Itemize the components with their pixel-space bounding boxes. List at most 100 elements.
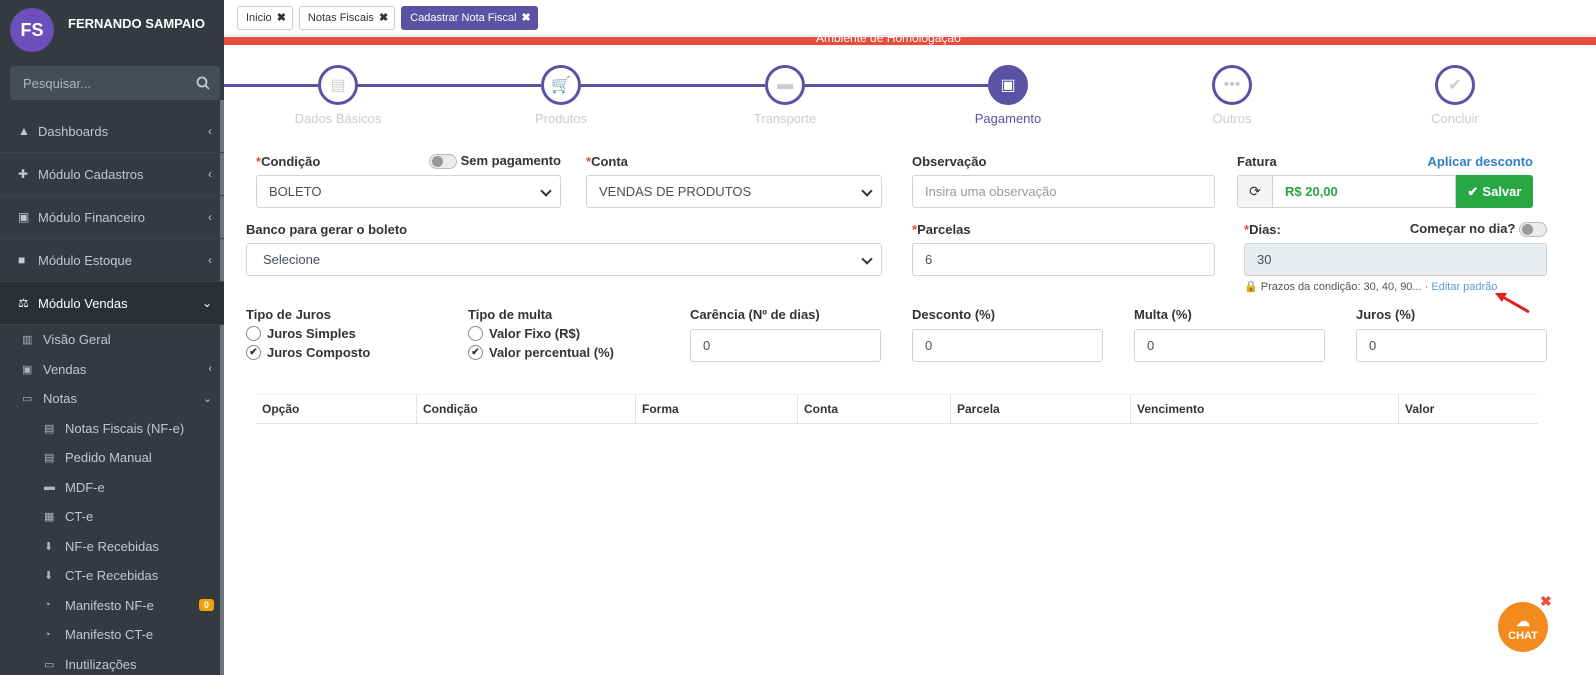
step-dados-basicos[interactable]: ▤ Dados Básicos — [278, 65, 398, 126]
tab-notas-fiscais[interactable]: Notas Fiscais ✖ — [298, 5, 396, 30]
check-icon: ✔ — [1435, 65, 1475, 105]
chat-bubble-icon: ☁ — [1516, 612, 1530, 629]
sidebar-search — [10, 66, 220, 100]
ellipsis-icon: ••• — [1212, 65, 1252, 105]
toggle-switch[interactable] — [428, 154, 457, 170]
th-condicao[interactable]: Condição — [417, 395, 636, 423]
step-transporte[interactable]: ▬ Transporte — [725, 65, 845, 126]
step-concluir[interactable]: ✔ Concluir — [1395, 65, 1515, 126]
check-icon: ✔ — [246, 345, 261, 360]
chevron-left-icon: ‹ — [208, 363, 212, 376]
aplicar-desconto-link[interactable]: Aplicar desconto — [1428, 154, 1533, 169]
search-input[interactable] — [23, 75, 173, 91]
th-parcela[interactable]: Parcela — [951, 395, 1131, 423]
sidebar-item-vendas[interactable]: ⚖ Módulo Vendas ⌄ — [0, 282, 224, 325]
sidebar-item-inutilizacoes[interactable]: ▭ Inutilizações — [0, 650, 224, 675]
step-pagamento[interactable]: ▣ Pagamento — [948, 65, 1068, 126]
avatar[interactable]: FS — [10, 8, 54, 52]
sidebar-item-nfe[interactable]: ▤ Notas Fiscais (NF-e) — [0, 414, 224, 444]
step-produtos[interactable]: 🛒 Produtos — [501, 65, 621, 126]
money-bill-icon: ▣ — [988, 65, 1028, 105]
valor-percentual-radio[interactable]: ✔ Valor percentual (%) — [468, 345, 668, 360]
parcelas-input[interactable]: 6 — [912, 243, 1215, 276]
chart-area-icon: ▲ — [18, 124, 30, 138]
money-bill-icon: ▣ — [18, 210, 30, 224]
archive-icon: ■ — [18, 253, 26, 267]
juros-simples-radio[interactable]: Juros Simples — [246, 326, 446, 341]
step-outros[interactable]: ••• Outros — [1172, 65, 1292, 126]
conta-group: *Conta VENDAS DE PRODUTOS — [586, 152, 882, 208]
sidebar-item-financeiro[interactable]: ▣ Módulo Financeiro ‹ — [0, 196, 224, 239]
valor-fixo-radio[interactable]: Valor Fixo (R$) — [468, 326, 668, 341]
red-arrow-annotation — [1495, 293, 1530, 314]
truck-icon: ▬ — [44, 481, 55, 494]
multa-input[interactable]: 0 — [1134, 329, 1325, 362]
sidebar-item-cte-recebidas[interactable]: ⬇ CT-e Recebidas — [0, 561, 224, 591]
th-conta[interactable]: Conta — [798, 395, 951, 423]
close-icon[interactable]: ✖ — [522, 11, 531, 24]
sidebar-item-visao-geral[interactable]: ▥ Visão Geral — [0, 325, 224, 355]
sidebar-item-manifesto-cte[interactable]: ◔ Manifesto CT-e — [0, 620, 224, 650]
close-icon[interactable]: ✖ — [379, 11, 388, 24]
sidebar-item-nfe-recebidas[interactable]: ⬇ NF-e Recebidas — [0, 532, 224, 562]
chevron-left-icon: ‹ — [208, 167, 212, 181]
chart-bar-icon: ▥ — [22, 334, 33, 347]
juros-input[interactable]: 0 — [1356, 329, 1547, 362]
fatura-group: Fatura Aplicar desconto ⟳ R$ 20,00 ✔ Salv… — [1237, 152, 1533, 208]
download-icon: ⬇ — [44, 570, 54, 583]
comecar-toggle[interactable]: Começar no dia? — [1410, 221, 1547, 238]
th-opcao[interactable]: Opção — [256, 395, 417, 423]
file-icon: ▭ — [22, 393, 33, 406]
carencia-input[interactable]: 0 — [690, 329, 881, 362]
carencia-group: Carência (Nº de dias) 0 — [690, 307, 881, 362]
observacao-input[interactable]: Insira uma observação — [912, 175, 1215, 208]
sidebar-item-cte[interactable]: ▦ CT-e — [0, 502, 224, 532]
sidebar-item-pedido-manual[interactable]: ▤ Pedido Manual — [0, 443, 224, 473]
sidebar-item-notas[interactable]: ▭ Notas ⌄ — [0, 384, 224, 414]
check-icon: ✔ — [468, 345, 483, 360]
juros-composto-radio[interactable]: ✔ Juros Composto — [246, 345, 446, 360]
chevron-down-icon: ⌄ — [202, 393, 212, 406]
sidebar-item-vendas-sub[interactable]: ▣ Vendas ‹ — [0, 355, 224, 385]
banco-select[interactable]: Selecione — [246, 243, 882, 276]
sidebar-item-dashboards[interactable]: ▲ Dashboards ‹ — [0, 110, 224, 153]
toggle-switch[interactable] — [1519, 222, 1547, 238]
sidebar-item-mdfe[interactable]: ▬ MDF-e — [0, 473, 224, 503]
parcelas-group: *Parcelas 6 — [912, 220, 1215, 276]
environment-banner: Ambiente de Homologação — [224, 31, 1596, 45]
user-name[interactable]: FERNANDO SAMPAIO — [68, 16, 205, 31]
editar-padrao-link[interactable]: Editar padrão — [1431, 281, 1497, 293]
salvar-button[interactable]: ✔ Salvar — [1456, 175, 1533, 208]
lock-icon: 🔒 — [1244, 281, 1258, 293]
fatura-value: R$ 20,00 — [1273, 175, 1456, 208]
desconto-input[interactable]: 0 — [912, 329, 1103, 362]
sidebar-item-estoque[interactable]: ■ Módulo Estoque ‹ — [0, 239, 224, 282]
th-valor[interactable]: Valor — [1399, 395, 1538, 423]
multa-group: Multa (%) 0 — [1134, 307, 1325, 362]
truck-icon: ▬ — [765, 65, 805, 105]
file-invoice-icon: ▤ — [44, 422, 55, 435]
th-forma[interactable]: Forma — [636, 395, 798, 423]
chevron-left-icon: ‹ — [208, 253, 212, 267]
file-icon: ▭ — [44, 658, 55, 671]
sem-pagamento-toggle[interactable]: Sem pagamento — [428, 153, 561, 170]
conta-select[interactable]: VENDAS DE PRODUTOS — [586, 175, 882, 208]
sidebar-item-cadastros[interactable]: ✚ Módulo Cadastros ‹ — [0, 153, 224, 196]
sidebar: FS FERNANDO SAMPAIO ▲Dashboards‹ ✚Módulo… — [0, 0, 224, 675]
close-icon[interactable]: ✖ — [1540, 593, 1552, 610]
refresh-button[interactable]: ⟳ — [1237, 175, 1273, 208]
th-vencimento[interactable]: Vencimento — [1131, 395, 1399, 423]
count-badge: 0 — [198, 599, 214, 612]
rss-icon: ◔ — [44, 628, 51, 641]
sidebar-item-manifesto-nfe[interactable]: ◔ Manifesto NF-e 0 — [0, 591, 224, 621]
tab-cadastrar-nota-fiscal[interactable]: Cadastrar Nota Fiscal ✖ — [401, 5, 538, 30]
search-icon[interactable] — [196, 76, 210, 90]
file-icon: ▤ — [318, 65, 358, 105]
download-icon: ⬇ — [44, 540, 54, 553]
close-icon[interactable]: ✖ — [277, 11, 286, 24]
condicao-select[interactable]: BOLETO — [256, 175, 561, 208]
wizard-steps: ▤ Dados Básicos 🛒 Produtos ▬ Transporte ▣ Pa… — [224, 45, 1596, 126]
main-content: Inicio ✖ Notas Fiscais ✖ Cadastrar Nota Fi… — [224, 0, 1596, 675]
tab-inicio[interactable]: Inicio ✖ — [237, 5, 293, 30]
sidebar-menu: ▲ Dashboards ‹ ✚ Módulo Cadastros ‹ ▣ Módulo … — [0, 110, 224, 675]
